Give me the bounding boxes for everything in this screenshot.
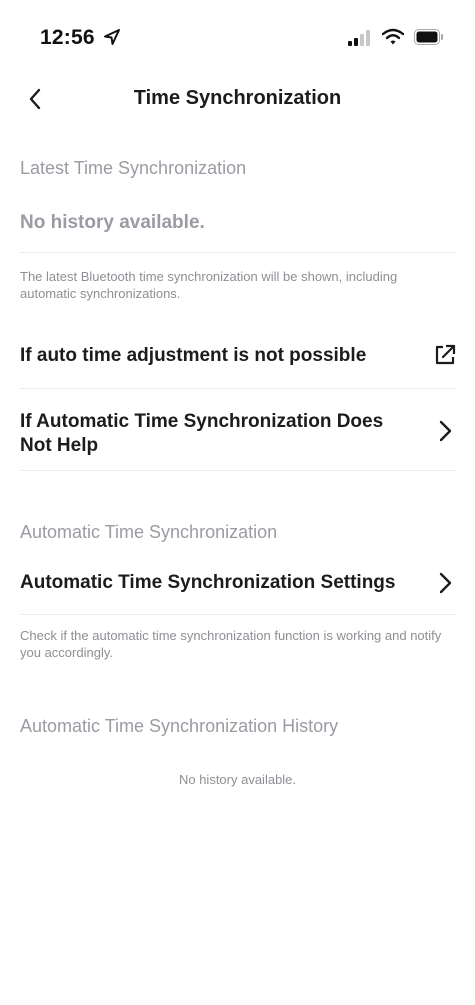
- divider: [20, 470, 455, 471]
- chevron-right-icon: [439, 420, 452, 442]
- sync-history-header: Automatic Time Synchronization History: [20, 716, 339, 736]
- automatic-sync-caption: Check if the automatic time synchronizat…: [20, 628, 442, 660]
- divider: [20, 614, 455, 615]
- navigation-bar: Time Synchronization: [0, 72, 475, 124]
- location-arrow-icon: [104, 29, 120, 45]
- auto-sync-not-help-label: If Automatic Time Synchronization Does N…: [20, 411, 384, 456]
- external-link-icon: [435, 344, 456, 365]
- battery-icon: [414, 29, 443, 45]
- auto-adjust-not-possible-label: If auto time adjustment is not possible: [20, 345, 367, 366]
- auto-sync-not-help-row[interactable]: If Automatic Time Synchronization Does N…: [0, 389, 475, 470]
- wifi-icon: [382, 28, 404, 45]
- latest-sync-header: Latest Time Synchronization: [20, 158, 247, 178]
- latest-sync-caption: The latest Bluetooth time synchronizatio…: [20, 269, 398, 301]
- latest-sync-value: No history available.: [20, 212, 205, 233]
- status-time: 12:56: [40, 26, 95, 49]
- divider: [20, 252, 455, 253]
- automatic-sync-header: Automatic Time Synchronization: [20, 522, 278, 542]
- page-title: Time Synchronization: [133, 87, 342, 109]
- automatic-sync-settings-label: Automatic Time Synchronization Settings: [20, 572, 396, 593]
- status-bar: 12:56: [0, 0, 475, 70]
- automatic-sync-settings-row[interactable]: Automatic Time Synchronization Settings: [0, 560, 475, 614]
- cellular-signal-icon: [348, 30, 370, 46]
- auto-adjust-not-possible-row[interactable]: If auto time adjustment is not possible: [0, 330, 475, 388]
- chevron-right-icon: [439, 572, 452, 594]
- sync-history-empty-text: No history available.: [178, 772, 297, 787]
